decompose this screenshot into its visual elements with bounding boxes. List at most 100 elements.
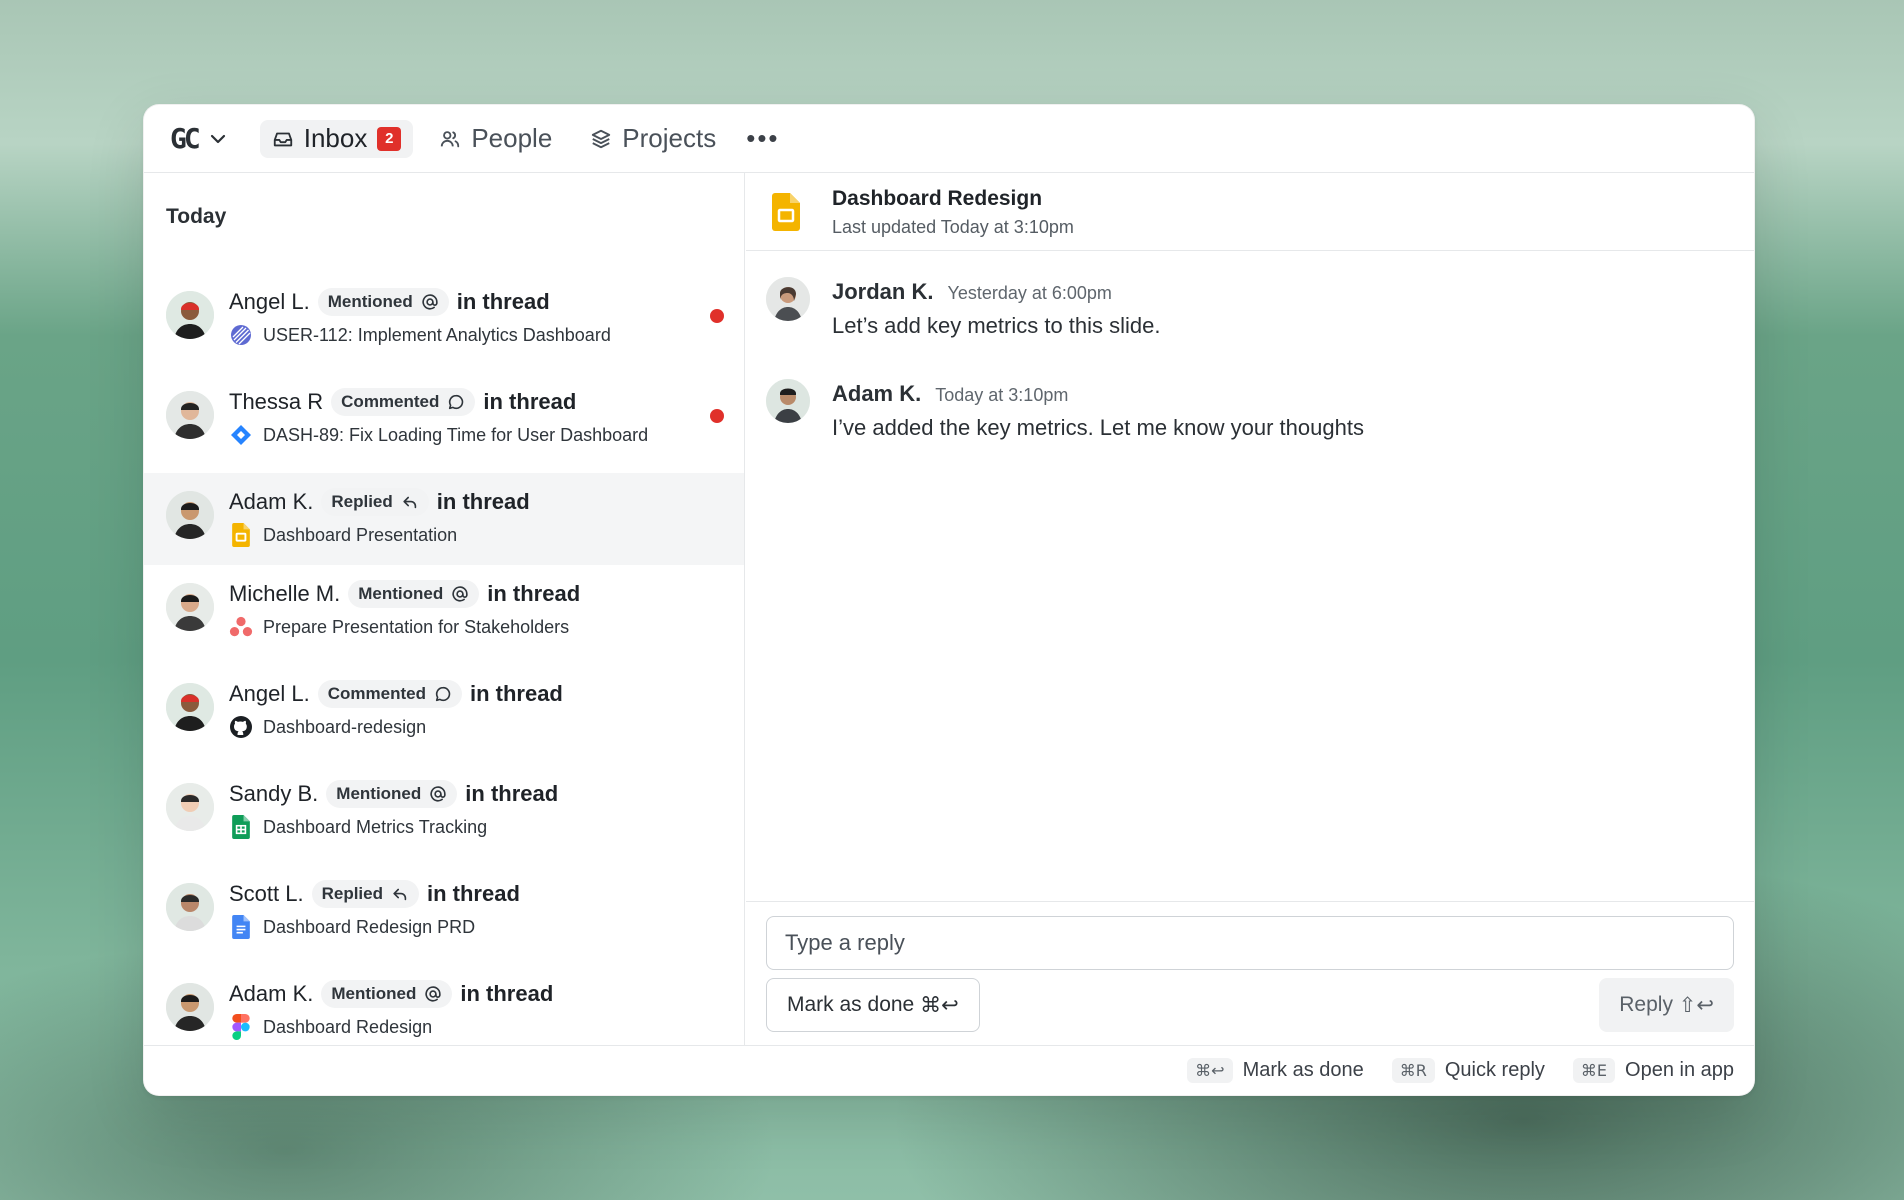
message-text: I’ve added the key metrics. Let me know … [832,415,1364,440]
hint-mark-as-done[interactable]: ⌘↩ Mark as done [1187,1058,1364,1083]
avatar [166,683,214,731]
at-icon [421,293,439,311]
hint-label: Open in app [1625,1059,1734,1081]
unread-indicator [710,409,724,423]
inbox-item[interactable]: Adam K. Replied in thread Dashboard Present… [144,473,744,565]
message: Adam K. Today at 3:10pm I’ve added the k… [746,353,1754,455]
mark-as-done-button[interactable]: Mark as done ⌘↩ [766,978,980,1032]
action-suffix: in thread [469,681,563,706]
sender-name: Michelle M. [229,581,341,606]
inbox-item[interactable]: Thessa R Commented in thread DASH-89: Fix L… [144,373,744,473]
hint-label: Quick reply [1444,1059,1545,1081]
tab-projects-label: Projects [622,123,717,153]
avatar [166,983,214,1031]
inbox-list: Today Angel L. Mentioned in thread USER-112… [144,173,745,1045]
action-label: Mentioned [336,784,422,803]
action-label: Mentioned [327,292,413,311]
hint-open-in-app[interactable]: ⌘E Open in app [1572,1058,1734,1083]
source-title: USER-112: Implement Analytics Dashboard [263,324,611,345]
action-suffix: in thread [456,289,550,314]
message-author: Jordan K. [832,279,934,304]
tab-people[interactable]: People [427,120,564,158]
action-pill: Mentioned [321,980,453,1008]
tab-people-label: People [471,123,553,153]
mark-as-done-shortcut: ⌘↩ [920,993,959,1017]
sender-name: Sandy B. [229,781,319,806]
at-icon [424,985,442,1003]
inbox-item[interactable]: Angel L. Mentioned in thread USER-112: Impl… [144,273,744,373]
sender-name: Angel L. [229,289,310,314]
action-pill: Mentioned [326,780,458,808]
workspace-switcher[interactable]: GC [170,122,228,155]
action-pill: Mentioned [348,580,480,608]
source-title: Dashboard Metrics Tracking [263,816,488,837]
action-pill: Replied [311,880,419,908]
action-suffix: in thread [487,581,581,606]
action-suffix: in thread [460,981,554,1006]
inbox-icon [273,132,292,146]
figma-icon [229,1014,253,1040]
avatar [166,583,214,631]
action-label: Replied [321,884,383,903]
people-icon [441,130,460,147]
hint-key: ⌘↩ [1187,1058,1233,1083]
sender-name: Thessa R [229,389,324,414]
thread-title[interactable]: Dashboard Redesign [832,187,1042,211]
inbox-item[interactable]: Adam K. Mentioned in thread Dashboard Redes… [144,965,744,1045]
message-time: Today at 3:10pm [935,385,1069,405]
top-nav: GC Inbox 2 People Projects ••• [144,105,1754,173]
more-menu-button[interactable]: ••• [746,123,779,154]
hint-key: ⌘E [1572,1058,1616,1083]
action-pill: Commented [317,680,462,708]
layers-icon [592,129,611,148]
sender-name: Angel L. [229,681,310,706]
chevron-down-icon [210,134,225,143]
comment-icon [434,685,452,703]
reply-icon [391,885,409,903]
inbox-item[interactable]: Sandy B. Mentioned in thread Dashboard Metr… [144,765,744,865]
tab-inbox[interactable]: Inbox 2 [259,119,414,158]
tab-inbox-label: Inbox [303,123,368,153]
mark-as-done-label: Mark as done [787,993,915,1016]
avatar [166,491,214,539]
reply-button[interactable]: Reply ⇧↩ [1599,978,1734,1032]
reply-icon [401,493,419,511]
source-title: DASH-89: Fix Loading Time for User Dashb… [263,424,649,445]
action-suffix: in thread [465,781,559,806]
message-text: Let’s add key metrics to this slide. [832,313,1161,338]
message: Jordan K. Yesterday at 6:00pm Let’s add … [746,251,1754,353]
at-icon [429,785,447,803]
reply-composer: Mark as done ⌘↩ Reply ⇧↩ [746,901,1754,1045]
message-author: Adam K. [832,381,922,406]
avatar [166,883,214,931]
inbox-item[interactable]: Scott L. Replied in thread Dashboard Redesi… [144,865,744,965]
action-suffix: in thread [483,389,577,414]
google-docs-icon [229,915,253,939]
section-title-today: Today [166,205,227,228]
thread-last-updated: Last updated Today at 3:10pm [832,217,1074,237]
source-title: Dashboard Redesign PRD [263,916,476,937]
google-sheets-icon [229,815,253,839]
jira-icon [229,423,253,447]
source-title: Prepare Presentation for Stakeholders [263,616,570,637]
action-label: Replied [331,492,393,511]
reply-input[interactable] [766,916,1734,970]
tab-projects[interactable]: Projects [578,120,728,158]
inbox-item[interactable]: Michelle M. Mentioned in thread Prepare Pre… [144,565,744,665]
action-pill: Mentioned [317,288,449,316]
action-suffix: in thread [427,881,520,906]
inbox-item[interactable]: Angel L. Commented in thread Dashboard-rede… [144,665,744,765]
hint-quick-reply[interactable]: ⌘R Quick reply [1391,1058,1545,1083]
shortcut-hints-bar: ⌘↩ Mark as done ⌘R Quick reply ⌘E Open i… [144,1045,1754,1095]
github-icon [229,715,253,739]
source-title: Dashboard Presentation [263,524,458,545]
at-icon [451,585,469,603]
linear-icon [229,323,253,347]
action-pill: Commented [331,388,476,416]
avatar [166,391,214,439]
avatar [766,379,810,423]
action-label: Mentioned [331,984,417,1003]
action-suffix: in thread [436,489,530,514]
action-pill: Replied [321,488,429,516]
unread-indicator [710,309,724,323]
